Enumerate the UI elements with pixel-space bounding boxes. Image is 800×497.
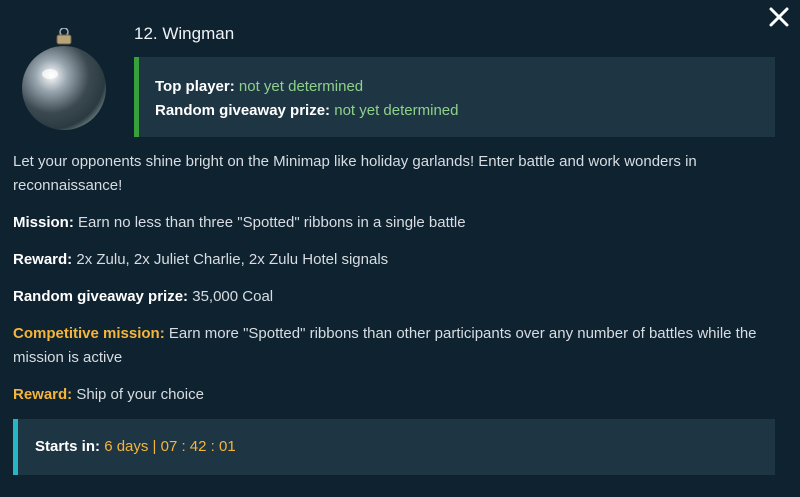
reward-label: Reward: bbox=[13, 251, 73, 268]
reward-text: 2x Zulu, 2x Juliet Charlie, 2x Zulu Hote… bbox=[76, 251, 389, 268]
competitive-reward-text: Ship of your choice bbox=[76, 386, 204, 403]
top-player-value: not yet determined bbox=[238, 78, 364, 95]
timer-label: Starts in: bbox=[35, 438, 101, 455]
competitive-reward-row: Reward: Ship of your choice bbox=[13, 383, 783, 407]
giveaway-value: not yet determined bbox=[334, 102, 459, 119]
competitive-mission-row: Competitive mission: Earn more "Spotted"… bbox=[13, 322, 783, 370]
close-button[interactable] bbox=[766, 4, 792, 30]
mission-text: Earn no less than three "Spotted" ribbon… bbox=[78, 214, 466, 231]
competitive-mission-label: Competitive mission: bbox=[13, 325, 165, 342]
timer-panel: Starts in: 6 days | 07 : 42 : 01 bbox=[13, 419, 775, 475]
ornament-icon bbox=[22, 28, 106, 130]
giveaway-prize-text: 35,000 Coal bbox=[192, 288, 274, 305]
giveaway-label: Random giveaway prize: bbox=[155, 102, 331, 119]
competitive-reward-label: Reward: bbox=[13, 386, 73, 403]
giveaway-prize-row: Random giveaway prize: 35,000 Coal bbox=[13, 285, 783, 309]
top-player-label: Top player: bbox=[155, 78, 235, 95]
giveaway-row: Random giveaway prize: not yet determine… bbox=[155, 99, 775, 123]
mission-row: Mission: Earn no less than three "Spotte… bbox=[13, 211, 783, 235]
giveaway-prize-label: Random giveaway prize: bbox=[13, 288, 189, 305]
close-icon bbox=[769, 7, 789, 27]
page-title: 12. Wingman bbox=[134, 24, 235, 43]
mission-details: Let your opponents shine bright on the M… bbox=[13, 150, 783, 420]
mission-label: Mission: bbox=[13, 214, 74, 231]
status-panel: Top player: not yet determined Random gi… bbox=[134, 57, 775, 137]
reward-row: Reward: 2x Zulu, 2x Juliet Charlie, 2x Z… bbox=[13, 248, 783, 272]
timer-value: 6 days | 07 : 42 : 01 bbox=[104, 438, 236, 455]
description: Let your opponents shine bright on the M… bbox=[13, 153, 697, 194]
top-player-row: Top player: not yet determined bbox=[155, 75, 775, 99]
